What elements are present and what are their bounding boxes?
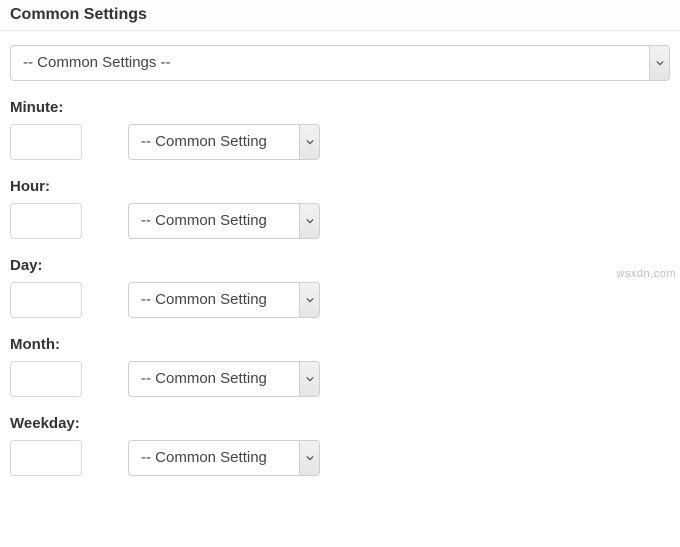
day-row: -- Common Setting bbox=[10, 282, 670, 318]
minute-select-display: -- Common Setting bbox=[129, 125, 299, 159]
chevron-down-icon bbox=[649, 46, 669, 80]
chevron-down-icon bbox=[299, 441, 319, 475]
common-settings-select[interactable]: -- Common Settings -- bbox=[10, 45, 670, 81]
minute-label: Minute: bbox=[10, 99, 670, 116]
month-input[interactable] bbox=[10, 361, 82, 397]
month-select[interactable]: -- Common Setting bbox=[128, 361, 320, 397]
minute-select[interactable]: -- Common Setting bbox=[128, 124, 320, 160]
weekday-select[interactable]: -- Common Setting bbox=[128, 440, 320, 476]
weekday-select-display: -- Common Setting bbox=[129, 441, 299, 475]
weekday-label: Weekday: bbox=[10, 415, 670, 432]
minute-input[interactable] bbox=[10, 124, 82, 160]
chevron-down-icon bbox=[299, 125, 319, 159]
weekday-input[interactable] bbox=[10, 440, 82, 476]
common-settings-select-display: -- Common Settings -- bbox=[11, 46, 649, 80]
hour-input[interactable] bbox=[10, 203, 82, 239]
chevron-down-icon bbox=[299, 283, 319, 317]
month-row: -- Common Setting bbox=[10, 361, 670, 397]
day-select[interactable]: -- Common Setting bbox=[128, 282, 320, 318]
chevron-down-icon bbox=[299, 362, 319, 396]
hour-row: -- Common Setting bbox=[10, 203, 670, 239]
month-select-display: -- Common Setting bbox=[129, 362, 299, 396]
day-input[interactable] bbox=[10, 282, 82, 318]
hour-label: Hour: bbox=[10, 178, 670, 195]
minute-row: -- Common Setting bbox=[10, 124, 670, 160]
month-label: Month: bbox=[10, 336, 670, 353]
weekday-row: -- Common Setting bbox=[10, 440, 670, 476]
hour-select[interactable]: -- Common Setting bbox=[128, 203, 320, 239]
hour-select-display: -- Common Setting bbox=[129, 204, 299, 238]
section-title: Common Settings bbox=[0, 0, 680, 31]
day-label: Day: bbox=[10, 257, 670, 274]
day-select-display: -- Common Setting bbox=[129, 283, 299, 317]
chevron-down-icon bbox=[299, 204, 319, 238]
